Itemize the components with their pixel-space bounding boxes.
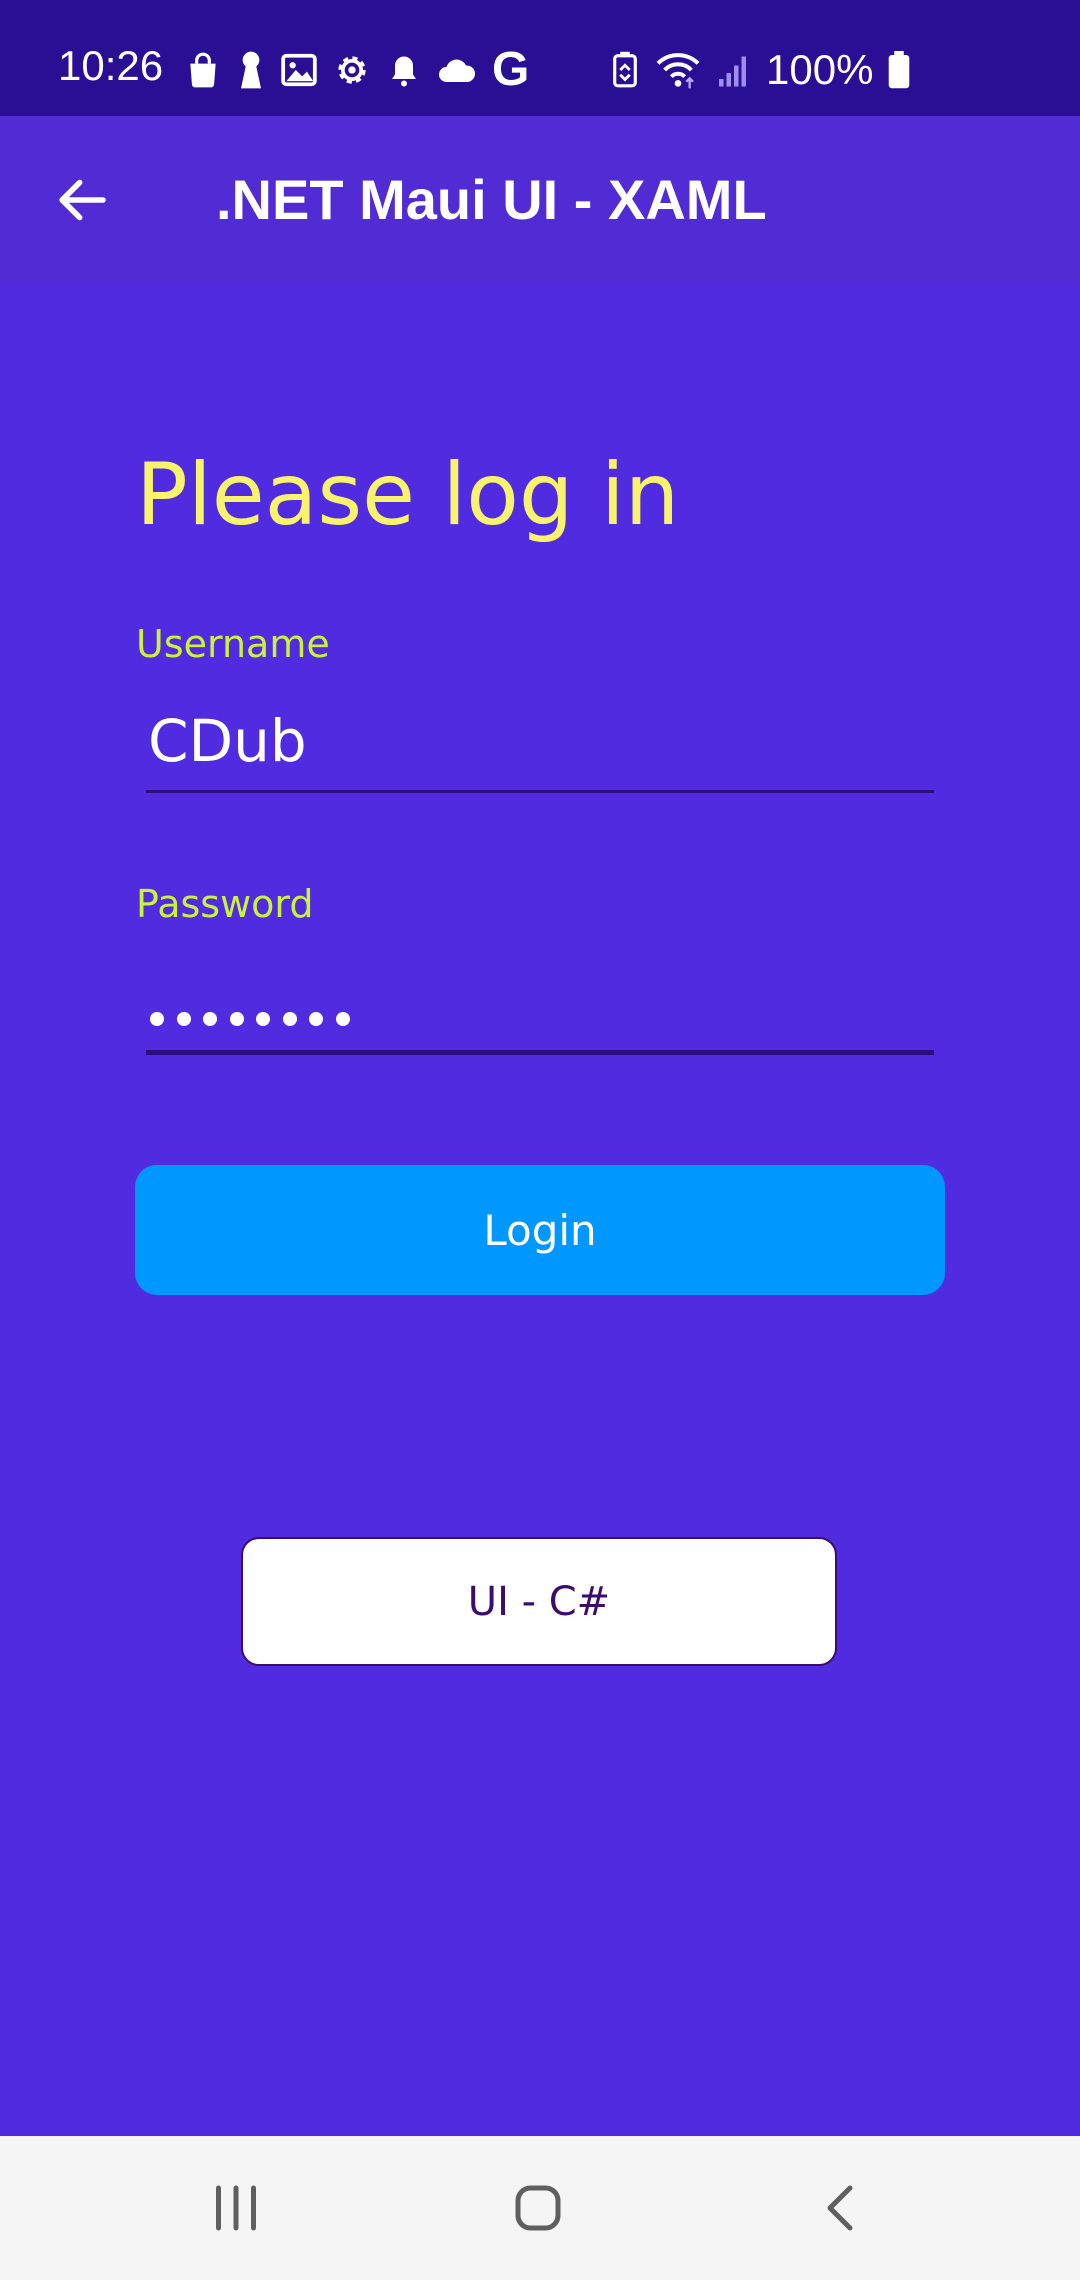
password-dot	[203, 1012, 217, 1026]
settings-icon	[338, 56, 366, 84]
username-value: CDub	[148, 707, 307, 775]
password-mask	[150, 1012, 350, 1026]
home-icon[interactable]	[508, 2178, 568, 2238]
password-dot	[309, 1012, 323, 1026]
password-dot	[282, 1012, 297, 1026]
arrow-left-icon[interactable]	[54, 172, 110, 228]
signal-icon	[719, 56, 746, 87]
bell-icon	[392, 56, 416, 87]
google-icon: G	[492, 43, 530, 96]
battery-percentage: 100%	[766, 46, 874, 93]
system-icons: 100%	[610, 44, 911, 96]
password-label: Password	[136, 882, 314, 926]
ui-csharp-button[interactable]: UI - C#	[241, 1537, 837, 1666]
status-bar: 10:26 G 100%	[0, 0, 1080, 116]
password-field[interactable]	[146, 954, 934, 1055]
page-title: .NET Maui UI - XAML	[216, 168, 767, 231]
navigation-bar	[0, 2136, 1080, 2280]
keyhole-icon	[241, 51, 261, 89]
password-dot	[229, 1012, 244, 1026]
battery-icon	[889, 51, 910, 89]
recent-apps-icon[interactable]	[206, 2178, 266, 2238]
notification-icons: G	[184, 44, 529, 96]
password-dot	[150, 1012, 164, 1026]
wifi-icon	[656, 53, 700, 89]
shopping-bag-icon	[190, 52, 216, 88]
cloud-icon	[439, 59, 476, 82]
back-icon[interactable]	[810, 2178, 870, 2238]
password-dot	[335, 1012, 350, 1026]
status-time: 10:26	[58, 42, 164, 89]
username-field[interactable]: CDub	[146, 694, 934, 793]
login-button[interactable]: Login	[135, 1165, 945, 1295]
username-label: Username	[136, 622, 330, 666]
app-bar: .NET Maui UI - XAML	[0, 116, 1080, 284]
login-heading: Please log in	[136, 445, 680, 545]
image-icon	[281, 53, 317, 87]
battery-saver-icon	[613, 51, 637, 88]
password-dot	[176, 1012, 191, 1026]
password-dot	[256, 1012, 270, 1026]
